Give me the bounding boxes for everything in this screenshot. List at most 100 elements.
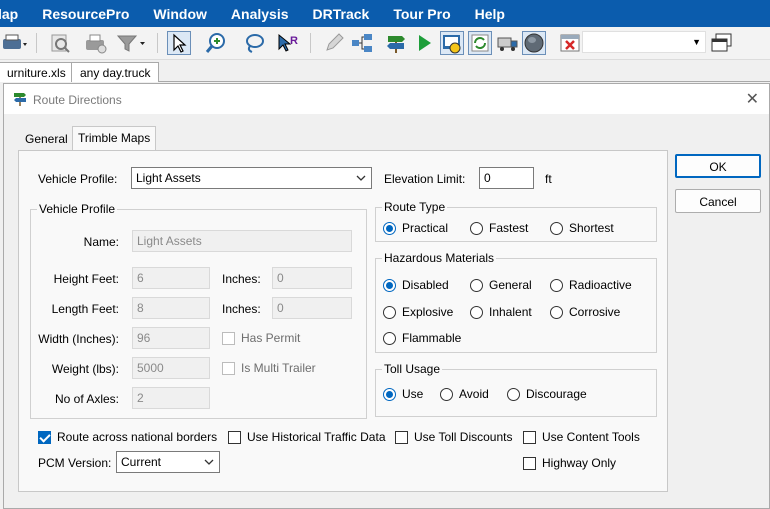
vehicle-profile-select[interactable]: Light Assets (131, 167, 372, 189)
hazmat-corrosive[interactable]: Corrosive (550, 305, 620, 319)
radio-dot (440, 387, 453, 401)
zoom-in-icon[interactable] (204, 31, 228, 55)
checkbox-box (523, 430, 536, 444)
print-icon[interactable] (84, 31, 108, 55)
filter-icon[interactable] (114, 31, 148, 55)
name-field: Light Assets (132, 230, 352, 252)
menu-tour-pro[interactable]: Tour Pro (381, 6, 462, 22)
hazmat-general[interactable]: General (470, 278, 532, 292)
route-type-fastest[interactable]: Fastest (470, 221, 528, 235)
doc-tab-furniture[interactable]: urniture.xls (0, 62, 75, 82)
toolbar-separator (157, 33, 158, 53)
toll-discourage[interactable]: Discourage (507, 387, 587, 401)
toolbar-combo[interactable]: ▼ (582, 31, 706, 53)
route-type-shortest-label: Shortest (569, 221, 614, 235)
route-directions-icon[interactable] (440, 31, 464, 55)
route-type-title: Route Type (382, 200, 448, 214)
map-print-icon[interactable] (0, 31, 30, 55)
historical-traffic-label: Use Historical Traffic Data (247, 430, 386, 444)
menu-bar: lap ResourcePro Window Analysis DRTrack … (0, 0, 770, 27)
national-borders-label: Route across national borders (57, 430, 218, 444)
pcm-version-select[interactable]: Current (116, 451, 220, 473)
pcm-version-label: PCM Version: (38, 456, 112, 470)
hazmat-flammable-label: Flammable (402, 331, 462, 345)
route-type-practical-label: Practical (402, 221, 449, 235)
ok-button[interactable]: OK (675, 154, 761, 178)
menu-map[interactable]: lap (0, 6, 30, 22)
hazmat-radioactive[interactable]: Radioactive (550, 278, 632, 292)
directions-sign-icon[interactable] (384, 31, 408, 55)
content-tools-checkbox[interactable]: Use Content Tools (523, 430, 640, 444)
toll-avoid[interactable]: Avoid (440, 387, 489, 401)
weight-label: Weight (lbs): (51, 362, 119, 376)
highway-only-checkbox[interactable]: Highway Only (523, 456, 616, 470)
name-label: Name: (83, 235, 119, 249)
chevron-down-icon (355, 172, 367, 187)
cancel-button[interactable]: Cancel (675, 189, 761, 213)
dialog-title-bar: Route Directions ✕ (4, 84, 769, 114)
checkbox-box (523, 456, 536, 470)
radio-dot (550, 278, 563, 292)
close-icon[interactable]: ✕ (746, 89, 759, 109)
length-inches-label: Inches: (222, 302, 261, 316)
zoom-preview-icon[interactable] (48, 31, 72, 55)
radio-dot (470, 278, 483, 292)
chevron-down-icon (203, 456, 215, 471)
multi-trailer-checkbox: Is Multi Trailer (222, 361, 316, 375)
toll-avoid-label: Avoid (459, 387, 489, 401)
tab-general[interactable]: General (20, 128, 73, 150)
pencil-icon[interactable] (322, 31, 346, 55)
hazmat-flammable[interactable]: Flammable (383, 331, 461, 345)
elevation-limit-input[interactable]: 0 (479, 167, 534, 189)
historical-traffic-checkbox[interactable]: Use Historical Traffic Data (228, 430, 386, 444)
hazmat-inhalent[interactable]: Inhalent (470, 305, 532, 319)
vehicle-profile-value: Light Assets (136, 171, 201, 185)
globe-icon[interactable] (522, 31, 546, 55)
lasso-icon[interactable] (242, 31, 266, 55)
hazmat-inhalent-label: Inhalent (489, 305, 532, 319)
route-type-practical[interactable]: Practical (383, 221, 448, 235)
refresh-icon[interactable] (468, 31, 492, 55)
checkbox-box (228, 430, 241, 444)
menu-drtrack[interactable]: DRTrack (301, 6, 382, 22)
has-permit-label: Has Permit (241, 331, 301, 345)
delete-icon[interactable] (558, 31, 582, 55)
doc-tab-any-day-truck[interactable]: any day.truck (71, 62, 160, 82)
check-mark-icon (38, 430, 51, 444)
menu-window[interactable]: Window (141, 6, 219, 22)
hazmat-disabled[interactable]: Disabled (383, 278, 449, 292)
hazmat-disabled-label: Disabled (402, 278, 449, 292)
route-type-shortest[interactable]: Shortest (550, 221, 614, 235)
radio-dot (470, 221, 483, 235)
truck-icon[interactable] (496, 31, 520, 55)
width-inches-label: Width (Inches): (38, 332, 119, 346)
menu-help[interactable]: Help (463, 6, 517, 22)
hazardous-materials-title: Hazardous Materials (382, 251, 497, 265)
length-inches-field: 0 (272, 297, 352, 319)
select-pointer-icon[interactable] (167, 31, 191, 55)
radio-dot (383, 221, 396, 235)
length-feet-field: 8 (132, 297, 210, 319)
hazmat-explosive[interactable]: Explosive (383, 305, 453, 319)
highway-only-label: Highway Only (542, 456, 617, 470)
toll-discounts-checkbox[interactable]: Use Toll Discounts (395, 430, 512, 444)
window-icon[interactable] (708, 31, 736, 55)
route-pointer-icon[interactable]: R (276, 31, 300, 55)
length-feet-label: Length Feet: (51, 302, 119, 316)
national-borders-checkbox[interactable]: Route across national borders (38, 430, 217, 444)
tab-trimble-maps[interactable]: Trimble Maps (72, 126, 157, 151)
tree-view-icon[interactable] (350, 31, 374, 55)
play-icon[interactable] (412, 31, 436, 55)
route-type-fastest-label: Fastest (489, 221, 529, 235)
svg-text:R: R (290, 35, 298, 47)
height-feet-field: 6 (132, 267, 210, 289)
menu-resourcepro[interactable]: ResourcePro (30, 6, 141, 22)
radio-dot (550, 305, 563, 319)
hazmat-explosive-label: Explosive (402, 305, 454, 319)
width-inches-field: 96 (132, 327, 210, 349)
menu-analysis[interactable]: Analysis (219, 6, 301, 22)
radio-dot (383, 278, 396, 292)
radio-dot (470, 305, 483, 319)
toll-use[interactable]: Use (383, 387, 423, 401)
toll-usage-title: Toll Usage (382, 362, 443, 376)
